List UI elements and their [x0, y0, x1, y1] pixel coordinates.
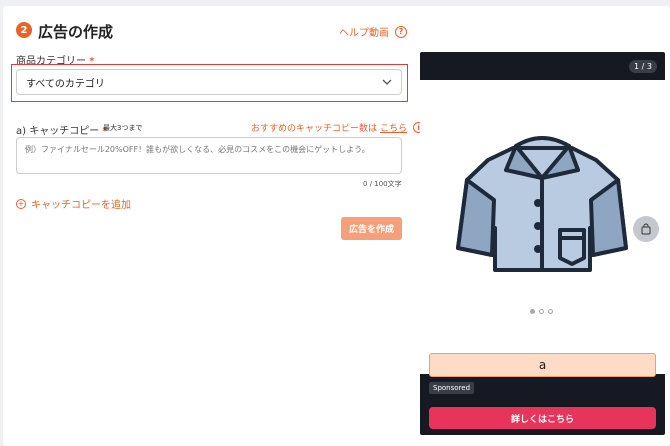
catch-copy-label-text: a) キャッチコピー [16, 126, 100, 137]
ad-catch-copy-preview: a [429, 353, 656, 377]
page-title: 広告の作成 [38, 23, 114, 41]
sponsored-badge: Sponsored [429, 382, 475, 394]
char-counter: 0 / 100文字 [363, 180, 402, 188]
recommended-count-link[interactable]: おすすめのキャッチコピー数は こちら i [251, 121, 425, 134]
recommended-count-anchor[interactable]: こちら [380, 121, 407, 134]
catch-copy-max-note: 最大3つまで [103, 124, 143, 132]
details-cta-button[interactable]: 詳しくはこちら [429, 407, 656, 429]
carousel-dots [530, 309, 553, 314]
create-ad-button[interactable]: 広告を作成 [341, 217, 402, 240]
catch-copy-label: a) キャッチコピー * [16, 122, 108, 137]
chevron-down-icon [382, 79, 392, 85]
help-video-label: ヘルプ動画 [339, 28, 389, 39]
shopping-bag-icon [641, 223, 651, 235]
category-select[interactable]: すべてのカテゴリ [16, 69, 402, 95]
shirt-image [456, 136, 628, 272]
product-image-area[interactable] [420, 80, 665, 374]
step-badge: 2 [16, 22, 32, 38]
carousel-dot[interactable] [539, 309, 544, 314]
add-catch-copy-button[interactable]: + キャッチコピーを追加 [16, 196, 131, 211]
recommended-count-text: おすすめのキャッチコピー数は [251, 124, 378, 134]
add-catch-copy-label: キャッチコピーを追加 [31, 200, 131, 211]
plus-circle-icon: + [16, 198, 26, 209]
image-pager: 1 / 3 [629, 60, 657, 73]
carousel-dot[interactable] [530, 309, 535, 314]
help-circle-icon: ? [395, 25, 407, 38]
category-selected-value: すべてのカテゴリ [26, 78, 105, 90]
ad-preview: 1 / 3 ショップ名 a Sponsored 詳しくはこちら [420, 52, 665, 435]
catch-copy-input[interactable] [16, 137, 402, 174]
help-video-link[interactable]: ヘルプ動画 ? [339, 24, 407, 39]
cart-button[interactable] [633, 216, 659, 242]
shop-name: ショップ名 [430, 334, 485, 347]
carousel-dot[interactable] [548, 309, 553, 314]
